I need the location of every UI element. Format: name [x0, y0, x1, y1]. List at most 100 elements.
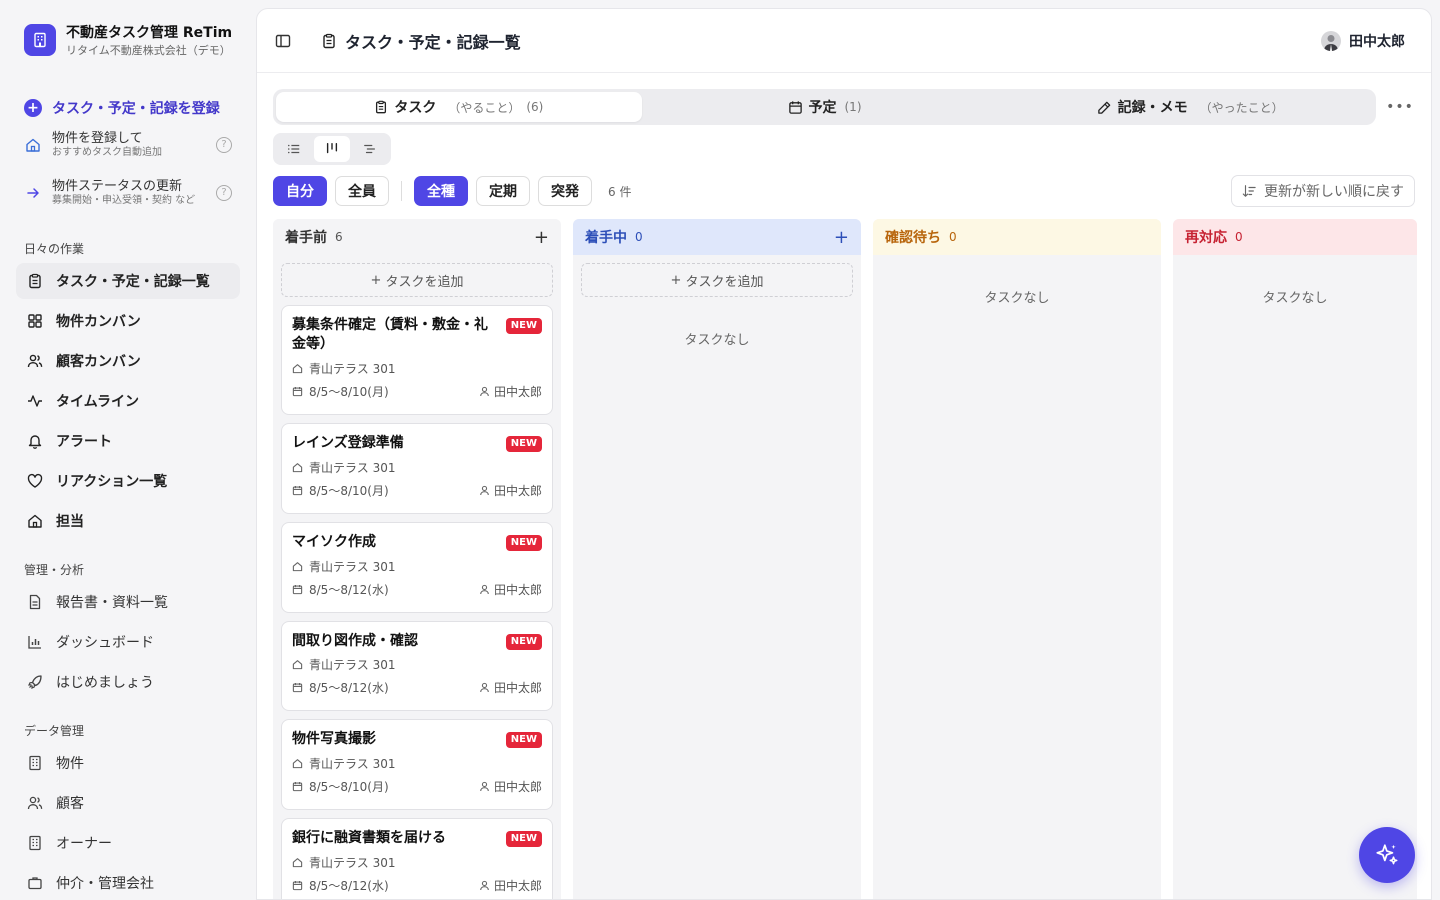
task-title: 物件写真撮影: [292, 731, 376, 748]
empty-state: タスクなし: [684, 333, 750, 348]
person-icon: [479, 682, 490, 693]
list-view-button[interactable]: [276, 136, 312, 162]
register-label: タスク・予定・記録を登録: [52, 101, 220, 117]
calendar-icon: [788, 100, 803, 115]
task-card[interactable]: 物件写真撮影 NEW 青山テラス 301 8/5〜8/10(月) 田中太郎: [281, 719, 553, 811]
tab-count: (6): [526, 100, 544, 114]
help-icon[interactable]: ?: [216, 136, 232, 153]
tab-records[interactable]: 記録・メモ （やったこと）: [1007, 92, 1373, 122]
nav-label: リアクション一覧: [56, 473, 168, 490]
tab-label: 記録・メモ: [1117, 100, 1188, 116]
gantt-view-button[interactable]: [352, 136, 388, 162]
task-card[interactable]: 間取り図作成・確認 NEW 青山テラス 301 8/5〜8/12(水) 田中太郎: [281, 620, 553, 712]
person-icon: [479, 781, 490, 792]
result-count: 6 件: [608, 184, 632, 199]
home-icon: [26, 512, 44, 530]
add-icon[interactable]: +: [534, 227, 549, 248]
task-property: 青山テラス 301: [309, 856, 396, 871]
task-title: 間取り図作成・確認: [292, 632, 418, 649]
user-menu[interactable]: 田中太郎: [1321, 30, 1405, 51]
nav-assigned[interactable]: 担当: [16, 503, 240, 539]
nav-customers[interactable]: 顧客: [16, 785, 240, 821]
task-property: 青山テラス 301: [309, 361, 396, 376]
more-icon[interactable]: •••: [1386, 99, 1413, 115]
add-task-button[interactable]: + タスクを追加: [581, 263, 853, 297]
nav-reactions[interactable]: リアクション一覧: [16, 463, 240, 499]
add-task-button[interactable]: + タスクを追加: [281, 263, 553, 297]
nav-task-list[interactable]: タスク・予定・記録一覧: [16, 262, 240, 299]
avatar: [1321, 30, 1341, 51]
sidebar: 不動産タスク管理 ReTime リタイム不動産株式会社（デモ） + タスク・予定…: [0, 0, 256, 900]
nav-dashboard[interactable]: ダッシュボード: [16, 624, 240, 660]
filter-mine[interactable]: 自分: [273, 176, 327, 206]
document-icon: [26, 593, 44, 611]
task-card[interactable]: レインズ登録準備 NEW 青山テラス 301 8/5〜8/10(月) 田中太郎: [281, 422, 553, 514]
new-badge: NEW: [505, 831, 542, 848]
filter-all-types[interactable]: 全種: [414, 176, 468, 206]
gantt-icon: [363, 142, 377, 156]
nav-label: オーナー: [56, 835, 112, 852]
tab-label: 予定: [808, 100, 837, 116]
tab-sub: （やったこと）: [1199, 100, 1284, 115]
nav-customer-kanban[interactable]: 顧客カンバン: [16, 343, 240, 379]
task-property: 青山テラス 301: [309, 460, 396, 475]
home-icon: [292, 857, 303, 868]
nav-owners[interactable]: オーナー: [16, 825, 240, 861]
kanban-view-button[interactable]: [314, 136, 350, 162]
home-icon: [292, 659, 303, 670]
new-badge: NEW: [505, 318, 542, 334]
task-card[interactable]: 銀行に融資書類を届ける NEW 青山テラス 301 8/5〜8/12(水) 田中…: [281, 818, 553, 899]
task-assignee: 田中太郎: [493, 780, 542, 795]
nav-alert[interactable]: アラート: [16, 423, 240, 459]
filter-sudden[interactable]: 突発: [538, 176, 592, 206]
action-subtitle: 募集開始・申込受領・契約 など: [52, 194, 196, 206]
nav-label: アラート: [56, 433, 112, 450]
nav-properties[interactable]: 物件: [16, 745, 240, 781]
home-icon: [292, 363, 303, 374]
action-subtitle: おすすめタスク自動追加: [52, 146, 162, 158]
brand[interactable]: 不動産タスク管理 ReTime リタイム不動産株式会社（デモ）: [16, 16, 240, 64]
sidebar-toggle-icon[interactable]: [275, 33, 291, 49]
nav-getting-started[interactable]: はじめましょう: [16, 664, 240, 700]
sort-label: 更新が新しい順に戻す: [1264, 184, 1404, 200]
register-button[interactable]: + タスク・予定・記録を登録: [16, 90, 240, 126]
task-title: マイソク作成: [292, 533, 376, 550]
new-badge: NEW: [505, 633, 542, 650]
grid-icon: [26, 312, 44, 330]
main-panel: タスク・予定・記録一覧 田中太郎 タスク （やること） (6) 予定 (1) 記…: [256, 8, 1432, 900]
nav-property-kanban[interactable]: 物件カンバン: [16, 303, 240, 339]
nav-label: 顧客カンバン: [56, 353, 141, 370]
home-icon: [292, 561, 303, 572]
filter-all-members[interactable]: 全員: [335, 176, 389, 206]
section-title: 日々の作業: [24, 241, 85, 256]
task-title: レインズ登録準備: [292, 434, 404, 451]
register-property-action[interactable]: 物件を登録して おすすめタスク自動追加 ?: [16, 128, 240, 162]
plus-icon: +: [370, 272, 382, 288]
tab-schedule[interactable]: 予定 (1): [642, 92, 1008, 122]
nav-label: はじめましょう: [56, 674, 154, 691]
help-icon[interactable]: ?: [216, 184, 232, 201]
action-title: 物件を登録して: [52, 131, 143, 146]
nav-reports[interactable]: 報告書・資料一覧: [16, 584, 240, 620]
column-not-started: 着手前 6 + + タスクを追加 募集条件確定（賃料・敷金・礼金等） NEW 青…: [273, 219, 561, 899]
tab-label: タスク: [394, 100, 437, 116]
nav-timeline[interactable]: タイムライン: [16, 383, 240, 419]
tab-tasks[interactable]: タスク （やること） (6): [276, 92, 642, 122]
tab-count: (1): [844, 100, 862, 114]
nav-label: タイムライン: [56, 393, 140, 410]
column-title: 着手中: [585, 230, 627, 246]
sort-reset-button[interactable]: 更新が新しい順に戻す: [1231, 175, 1415, 207]
add-icon[interactable]: +: [834, 227, 849, 248]
task-card[interactable]: マイソク作成 NEW 青山テラス 301 8/5〜8/12(水) 田中太郎: [281, 521, 553, 613]
task-card[interactable]: 募集条件確定（賃料・敷金・礼金等） NEW 青山テラス 301 8/5〜8/10…: [281, 305, 553, 415]
calendar-icon: [292, 682, 303, 693]
task-date: 8/5〜8/12(水): [309, 582, 389, 597]
nav-brokers[interactable]: 仲介・管理会社: [16, 865, 240, 900]
task-property: 青山テラス 301: [309, 658, 396, 673]
update-status-action[interactable]: 物件ステータスの更新 募集開始・申込受領・契約 など ?: [16, 176, 240, 210]
add-task-label: タスクを追加: [685, 274, 764, 290]
ai-assistant-button[interactable]: [1359, 827, 1415, 883]
tab-sub: （やること）: [448, 100, 521, 115]
column-title: 再対応: [1185, 230, 1227, 246]
filter-regular[interactable]: 定期: [476, 176, 530, 206]
